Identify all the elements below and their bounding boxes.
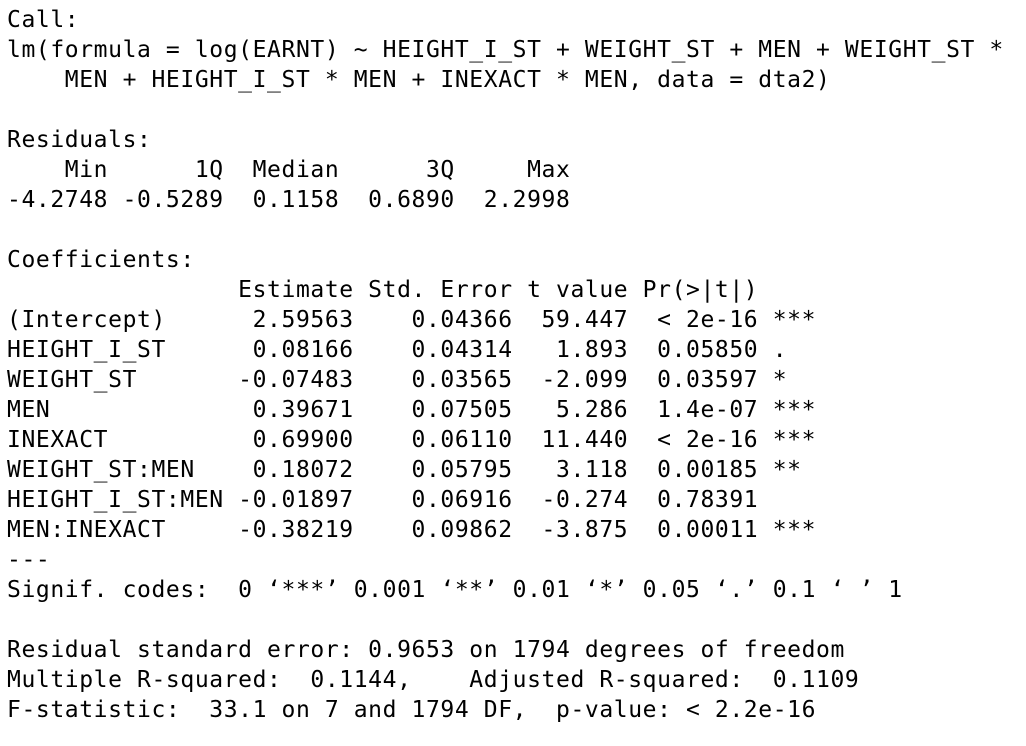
r-console-output: Call: lm(formula = log(EARNT) ~ HEIGHT_I… (0, 0, 1026, 746)
coefficient-row: HEIGHT_I_ST:MEN -0.01897 0.06916 -0.274 … (7, 487, 817, 513)
coefficient-row: INEXACT 0.69900 0.06110 11.440 < 2e-16 *… (7, 427, 817, 453)
call-header: Call: (7, 7, 80, 33)
f-statistic-line: F-statistic: 33.1 on 7 and 1794 DF, p-va… (7, 697, 817, 723)
coefficient-row: (Intercept) 2.59563 0.04366 59.447 < 2e-… (7, 307, 817, 333)
residuals-labels: Min 1Q Median 3Q Max (7, 157, 585, 183)
coefficient-row: MEN 0.39671 0.07505 5.286 1.4e-07 *** (7, 397, 817, 423)
coefficient-row: HEIGHT_I_ST 0.08166 0.04314 1.893 0.0585… (7, 337, 817, 363)
coefficients-header: Coefficients: (7, 247, 195, 273)
coefficient-row: WEIGHT_ST -0.07483 0.03565 -2.099 0.0359… (7, 367, 817, 393)
residual-standard-error: Residual standard error: 0.9653 on 1794 … (7, 637, 845, 663)
r-squared-line: Multiple R-squared: 0.1144, Adjusted R-s… (7, 667, 874, 693)
coefficient-row: MEN:INEXACT -0.38219 0.09862 -3.875 0.00… (7, 517, 817, 543)
separator-line: --- (7, 547, 51, 573)
coefficient-row: WEIGHT_ST:MEN 0.18072 0.05795 3.118 0.00… (7, 457, 817, 483)
residuals-header: Residuals: (7, 127, 152, 153)
signif-codes-legend: Signif. codes: 0 ‘***’ 0.001 ‘**’ 0.01 ‘… (7, 577, 903, 603)
residuals-values: -4.2748 -0.5289 0.1158 0.6890 2.2998 (7, 187, 585, 213)
call-formula-line-2: MEN + HEIGHT_I_ST * MEN + INEXACT * MEN,… (7, 67, 831, 93)
call-formula-line-1: lm(formula = log(EARNT) ~ HEIGHT_I_ST + … (7, 37, 1004, 63)
coefficients-columns: Estimate Std. Error t value Pr(>|t|) (7, 277, 817, 303)
